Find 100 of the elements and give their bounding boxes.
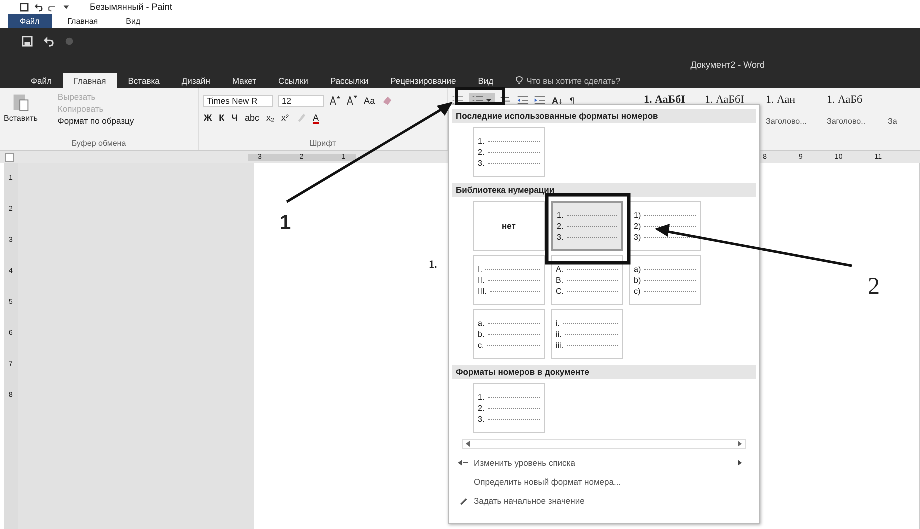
menu-item[interactable]: Определить новый формат номера... (452, 472, 756, 491)
list-marker: b) (634, 276, 642, 284)
list-marker: i. (556, 318, 560, 328)
window-title: Безымянный - Paint (90, 2, 172, 12)
format-button[interactable]: x² (280, 112, 290, 122)
ribbon-tab[interactable]: Вставка (117, 73, 171, 88)
ribbon-tab[interactable]: Ссылки (268, 73, 320, 88)
list-marker: 1. (557, 210, 564, 220)
shrink-font-icon[interactable] (346, 95, 358, 106)
clipboard-command[interactable]: Формат по образцу (58, 116, 134, 126)
increase-indent-icon[interactable] (534, 95, 546, 106)
callout-number: 1 (280, 212, 292, 235)
group-label: Шрифт (308, 139, 338, 148)
list-marker: 1. (478, 136, 485, 146)
paste-label[interactable]: Вставить (4, 114, 38, 123)
format-button[interactable]: Ч (230, 112, 239, 122)
list-marker: 2. (557, 222, 564, 230)
numbering-option[interactable]: a) b) c) (629, 255, 701, 305)
list-marker: 2) (634, 222, 642, 230)
save-icon[interactable] (20, 2, 29, 12)
list-marker: iii. (556, 340, 564, 350)
scroll-right-icon[interactable] (737, 441, 743, 447)
menu-item[interactable]: Изменить уровень списка (452, 453, 756, 472)
list-marker: I. (478, 264, 482, 274)
window-title: Документ2 - Word (690, 60, 765, 70)
format-button[interactable]: x₂ (265, 112, 276, 122)
list-marker: 2. (478, 404, 485, 412)
list-marker: 1. (478, 392, 485, 402)
style-tile[interactable]: 1. АаБб Заголово.. (827, 94, 885, 150)
section-header: Последние использованные форматы номеров (452, 109, 756, 123)
list-number: 1. (429, 259, 438, 271)
list-marker: b. (478, 330, 485, 338)
style-tile[interactable]: За (888, 94, 920, 150)
style-name: Заголово.. (827, 117, 866, 126)
tab-selector-icon[interactable] (5, 152, 14, 162)
list-marker: a. (478, 318, 485, 328)
style-tile[interactable]: 1. Аан Заголово... (766, 94, 824, 150)
numbering-option[interactable]: I. II. III. (473, 255, 545, 305)
list-marker: a) (634, 264, 642, 274)
scroll-left-icon[interactable] (465, 441, 471, 447)
font-color-button[interactable]: А (312, 112, 320, 122)
numbering-option[interactable]: 1. 2. 3. (551, 201, 623, 251)
list-marker: 3. (478, 158, 485, 168)
ribbon-tab[interactable]: Вид (467, 73, 505, 88)
list-marker: 3) (634, 232, 642, 242)
scrollbar[interactable] (462, 439, 746, 449)
sort-button[interactable]: А↓ (551, 96, 564, 106)
lightbulb-icon (514, 76, 524, 85)
customize-icon[interactable] (62, 2, 71, 12)
paste-icon[interactable] (12, 92, 30, 112)
style-sample: 1. АаБб (827, 94, 863, 107)
numbering-option[interactable]: a. b. c. (473, 309, 545, 359)
callout-number: 2 (868, 274, 880, 301)
highlight-frame (455, 87, 505, 105)
menu-item[interactable]: Задать начальное значение (452, 491, 756, 510)
tab[interactable]: Главная (56, 14, 110, 28)
list-marker: 2. (478, 148, 485, 156)
grow-font-icon[interactable] (329, 95, 341, 106)
list-marker: 1) (634, 210, 642, 220)
change-case-button[interactable]: Аа (363, 96, 376, 106)
numbering-option[interactable]: 1. 2. 3. (473, 383, 545, 433)
ribbon-tab[interactable]: Рецензирование (380, 73, 468, 88)
format-button[interactable]: abc (244, 112, 260, 122)
numbering-option[interactable]: 1. 2. 3. (473, 127, 545, 177)
undo-icon[interactable] (43, 36, 54, 47)
undo-icon[interactable] (34, 2, 43, 12)
list-marker: A. (556, 264, 564, 274)
list-marker: 3. (478, 414, 485, 424)
list-marker: c. (478, 340, 484, 350)
style-name: За (888, 117, 898, 126)
tab[interactable]: Файл (8, 14, 52, 28)
format-button[interactable]: К (218, 112, 226, 122)
style-sample: 1. Аан (766, 94, 796, 107)
format-button[interactable]: Ж (203, 112, 214, 122)
font-size-field[interactable]: 12 (278, 94, 324, 106)
ribbon-tab[interactable]: Рассылки (319, 73, 380, 88)
group-label: Буфер обмена (70, 139, 128, 148)
tell-me-field[interactable]: Что вы хотите сделать? (514, 73, 667, 88)
numbering-option[interactable]: A. B. C. (551, 255, 623, 305)
indent-icon (458, 458, 468, 466)
ribbon-tab[interactable]: Макет (221, 73, 268, 88)
list-marker: 3. (557, 232, 564, 242)
pencil-icon (458, 496, 468, 504)
section-header: Форматы номеров в документе (452, 365, 756, 379)
numbering-option[interactable]: i. ii. iii. (551, 309, 623, 359)
style-sample: 1. АаБбІ (705, 94, 744, 107)
ribbon-tab[interactable]: Дизайн (170, 73, 222, 88)
numbering-option[interactable]: нет (473, 201, 545, 251)
font-name-field[interactable]: Times New R (203, 94, 273, 106)
list-marker: c) (634, 286, 641, 296)
decrease-indent-icon[interactable] (517, 95, 529, 106)
tab[interactable]: Вид (114, 14, 153, 28)
list-marker: B. (556, 276, 564, 284)
style-name: Заголово... (766, 117, 807, 126)
list-marker: III. (478, 286, 487, 296)
list-marker: C. (556, 286, 564, 296)
section-header: Библиотека нумерации (452, 183, 756, 197)
list-marker: II. (478, 276, 485, 284)
ribbon-tab[interactable]: Главная (62, 73, 118, 88)
ribbon-tab[interactable]: Файл (20, 73, 63, 88)
